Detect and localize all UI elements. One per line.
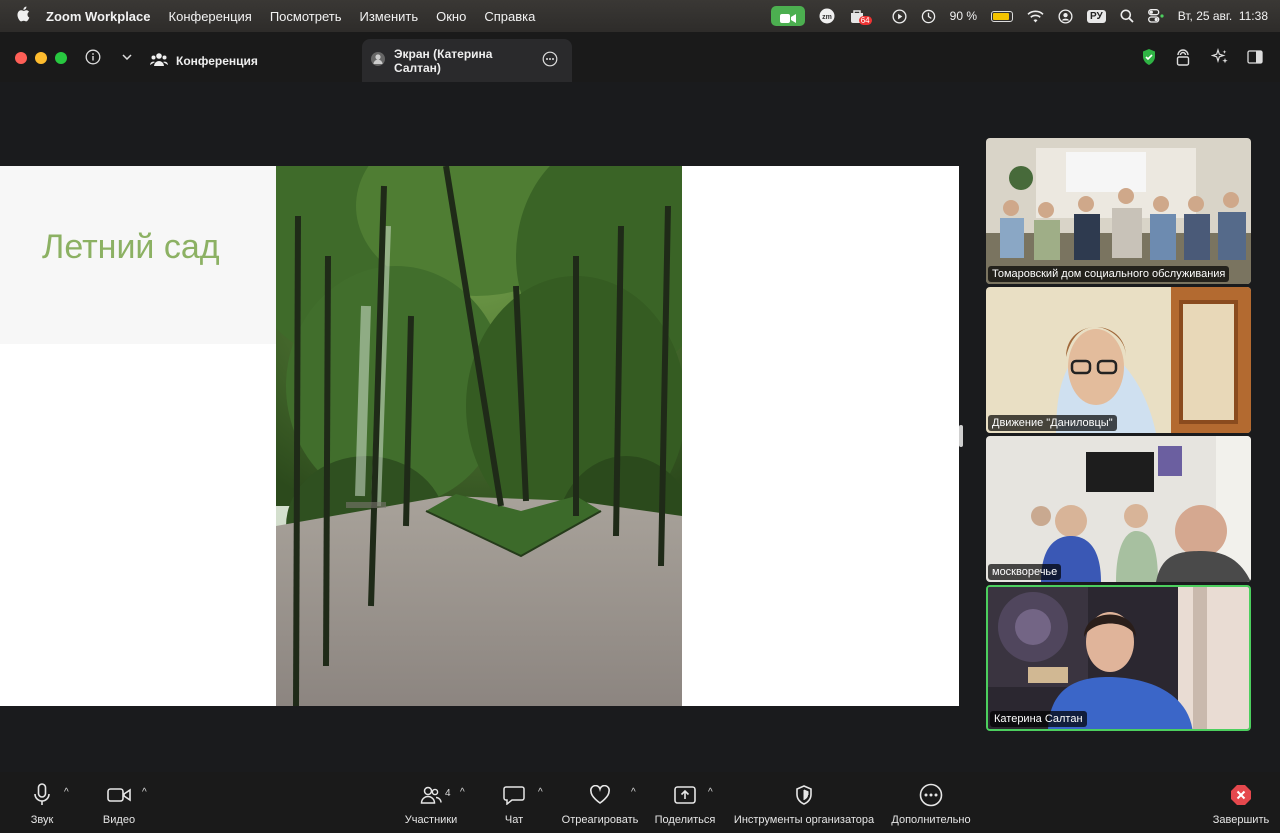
input-language[interactable]: РУ [1087, 9, 1106, 23]
resize-handle[interactable] [959, 425, 963, 447]
notification-app-icon[interactable]: 64 [849, 7, 878, 25]
participant-tile[interactable]: Движение "Даниловцы" [986, 287, 1251, 433]
chat-button[interactable]: Чат [500, 782, 528, 826]
more-options-icon[interactable] [542, 51, 558, 70]
zoom-title-bar: Конференция Экран (Катерина Салтан) [0, 32, 1280, 82]
participants-icon [420, 782, 442, 808]
meeting-controls-toolbar: Звук ^ Видео ^ Участники 4 ^ Чат ^ Отреа… [0, 772, 1280, 833]
menu-help[interactable]: Справка [484, 9, 535, 24]
macos-menu-bar: Zoom Workplace Конференция Посмотреть Из… [0, 0, 1280, 32]
host-tools-button[interactable]: Инструменты организатора [731, 782, 877, 826]
heart-icon [589, 782, 611, 808]
audio-label: Звук [30, 814, 54, 826]
ai-companion-icon[interactable] [1209, 46, 1231, 68]
participant-name: Томаровский дом социального обслуживания [988, 266, 1230, 282]
tab-screen-share-label: Экран (Катерина Салтан) [394, 46, 493, 75]
share-screen-icon [674, 782, 696, 808]
user-account-icon[interactable] [1058, 7, 1073, 25]
react-options-chevron-icon[interactable]: ^ [631, 787, 636, 798]
participants-button[interactable]: Участники [400, 782, 462, 826]
chat-label: Чат [504, 814, 524, 826]
notification-badge: 64 [858, 15, 872, 25]
end-meeting-icon [1230, 782, 1252, 808]
tab-meeting[interactable]: Конференция [150, 39, 258, 82]
tab-screen-share[interactable]: Экран (Катерина Салтан) [362, 39, 572, 82]
menu-conference[interactable]: Конференция [169, 9, 252, 24]
wifi-icon[interactable] [1027, 7, 1044, 25]
video-options-chevron-icon[interactable]: ^ [142, 787, 147, 798]
video-button[interactable]: Видео [99, 782, 139, 826]
participants-label: Участники [404, 814, 458, 826]
clock-datetime[interactable]: Вт, 25 авг. 11:38 [1178, 9, 1268, 23]
zoom-video-status-icon[interactable] [770, 6, 805, 26]
recording-lock-icon[interactable] [1172, 46, 1194, 68]
host-tools-label: Инструменты организатора [733, 814, 875, 826]
close-window-button[interactable] [15, 52, 27, 64]
minimize-window-button[interactable] [35, 52, 47, 64]
video-camera-icon [107, 782, 131, 808]
park-alley-photo [276, 166, 682, 706]
audio-options-chevron-icon[interactable]: ^ [64, 787, 69, 798]
time-machine-icon[interactable] [921, 7, 936, 25]
spotlight-search-icon[interactable] [1120, 7, 1134, 25]
info-icon[interactable] [82, 46, 104, 68]
menu-app-name[interactable]: Zoom Workplace [46, 9, 151, 24]
menu-edit[interactable]: Изменить [359, 9, 418, 24]
share-options-chevron-icon[interactable]: ^ [708, 787, 713, 798]
end-meeting-button[interactable]: Завершить [1212, 782, 1270, 826]
zm-status-icon[interactable]: zm [819, 7, 835, 25]
end-meeting-label: Завершить [1212, 814, 1270, 826]
share-screen-button[interactable]: Поделиться [654, 782, 716, 826]
shared-screen-slide[interactable]: Летний сад [0, 166, 959, 706]
host-tools-shield-icon [795, 782, 813, 808]
view-layout-icon[interactable] [1244, 46, 1266, 68]
tab-meeting-label: Конференция [176, 53, 258, 68]
more-button[interactable]: Дополнительно [890, 782, 972, 826]
participant-tile-active-speaker[interactable]: Катерина Салтан [986, 585, 1251, 731]
chevron-down-icon[interactable] [116, 46, 138, 68]
audio-button[interactable]: Звук [28, 782, 56, 826]
participants-options-chevron-icon[interactable]: ^ [460, 787, 465, 798]
participant-name: москворечье [988, 564, 1062, 580]
window-controls [15, 52, 67, 64]
react-label: Отреагировать [561, 814, 639, 826]
react-button[interactable]: Отреагировать [560, 782, 640, 826]
share-screen-label: Поделиться [654, 814, 716, 826]
meeting-icon [150, 51, 168, 70]
participant-tile[interactable]: Томаровский дом социального обслуживания [986, 138, 1251, 284]
apple-icon[interactable] [12, 6, 34, 26]
microphone-icon [33, 782, 51, 808]
participant-tile[interactable]: москворечье [986, 436, 1251, 582]
menu-view[interactable]: Посмотреть [270, 9, 342, 24]
chat-options-chevron-icon[interactable]: ^ [538, 787, 543, 798]
meeting-main-area: Летний сад Томаровский дом социального о… [0, 82, 1280, 772]
menu-window[interactable]: Окно [436, 9, 466, 24]
svg-text:zm: zm [822, 14, 832, 21]
slide-title: Летний сад [42, 228, 220, 266]
participant-name: Катерина Салтан [990, 711, 1087, 727]
zoom-window-button[interactable] [55, 52, 67, 64]
battery-icon[interactable] [991, 7, 1013, 25]
chat-icon [503, 782, 525, 808]
battery-percent: 90 % [949, 9, 977, 23]
more-label: Дополнительно [891, 814, 971, 826]
control-center-icon[interactable] [1147, 7, 1164, 25]
participant-name: Движение "Даниловцы" [988, 415, 1117, 431]
participant-gallery: Томаровский дом социального обслуживания… [986, 138, 1251, 734]
video-label: Видео [102, 814, 136, 826]
encryption-shield-icon[interactable] [1138, 46, 1160, 68]
screen-share-icon [370, 51, 386, 70]
play-icon[interactable] [892, 7, 907, 25]
more-options-circle-icon [919, 782, 943, 808]
participants-count: 4 [445, 788, 451, 799]
